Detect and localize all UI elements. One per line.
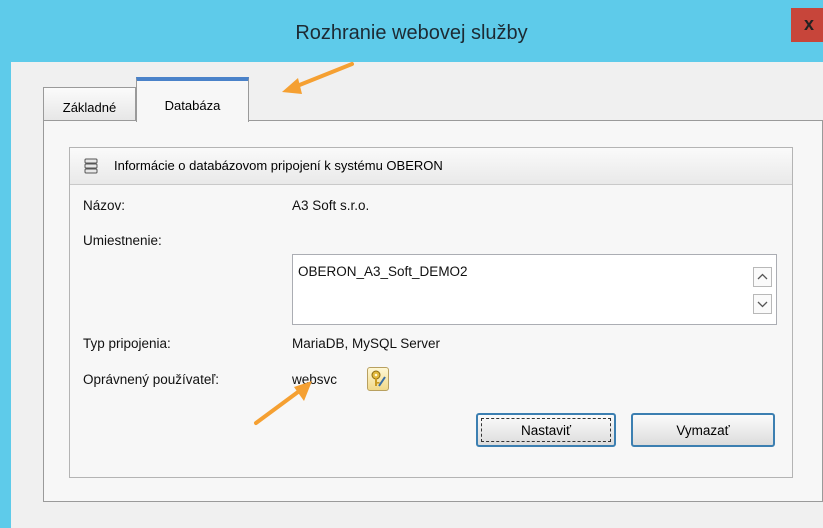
name-label: Názov:: [83, 198, 126, 213]
dialog-client-area: Základné Informácie o databázovom pripoj…: [11, 62, 823, 528]
annotation-arrow-icon: [282, 62, 354, 94]
location-textbox[interactable]: OBERON_A3_Soft_DEMO2: [292, 254, 777, 325]
location-value: OBERON_A3_Soft_DEMO2: [298, 264, 468, 279]
title-bar[interactable]: Rozhranie webovej služby x: [0, 0, 823, 62]
set-button[interactable]: Nastaviť: [476, 413, 616, 447]
dialog-window: Rozhranie webovej služby x Základné Info…: [0, 0, 823, 528]
name-value: A3 Soft s.r.o.: [292, 198, 370, 213]
scroll-down-button[interactable]: [753, 294, 772, 314]
focus-rectangle: [481, 418, 611, 442]
chevron-up-icon: [757, 273, 768, 280]
tab-page-database: Informácie o databázovom pripojení k sys…: [43, 120, 823, 502]
tab-database[interactable]: Databáza: [136, 77, 249, 122]
connection-info-group: Informácie o databázovom pripojení k sys…: [69, 147, 793, 478]
window-title: Rozhranie webovej služby: [295, 22, 528, 44]
key-pencil-icon: [371, 370, 386, 387]
authorized-user-label: Oprávnený používateľ:: [83, 372, 220, 387]
tab-basic[interactable]: Základné: [43, 87, 136, 121]
connection-type-value: MariaDB, MySQL Server: [292, 336, 441, 351]
chevron-down-icon: [757, 301, 768, 308]
edit-credentials-button[interactable]: [367, 367, 389, 391]
group-header: Informácie o databázovom pripojení k sys…: [70, 148, 792, 185]
group-title: Informácie o databázovom pripojení k sys…: [114, 158, 443, 173]
connection-type-label: Typ pripojenia:: [83, 336, 171, 351]
scroll-up-button[interactable]: [753, 267, 772, 287]
close-button[interactable]: x: [791, 8, 823, 42]
location-label: Umiestnenie:: [83, 233, 162, 248]
textbox-scrollbar[interactable]: [753, 267, 772, 317]
database-icon: [84, 158, 98, 174]
clear-button[interactable]: Vymazať: [631, 413, 775, 447]
annotation-arrow-icon: [254, 381, 312, 425]
